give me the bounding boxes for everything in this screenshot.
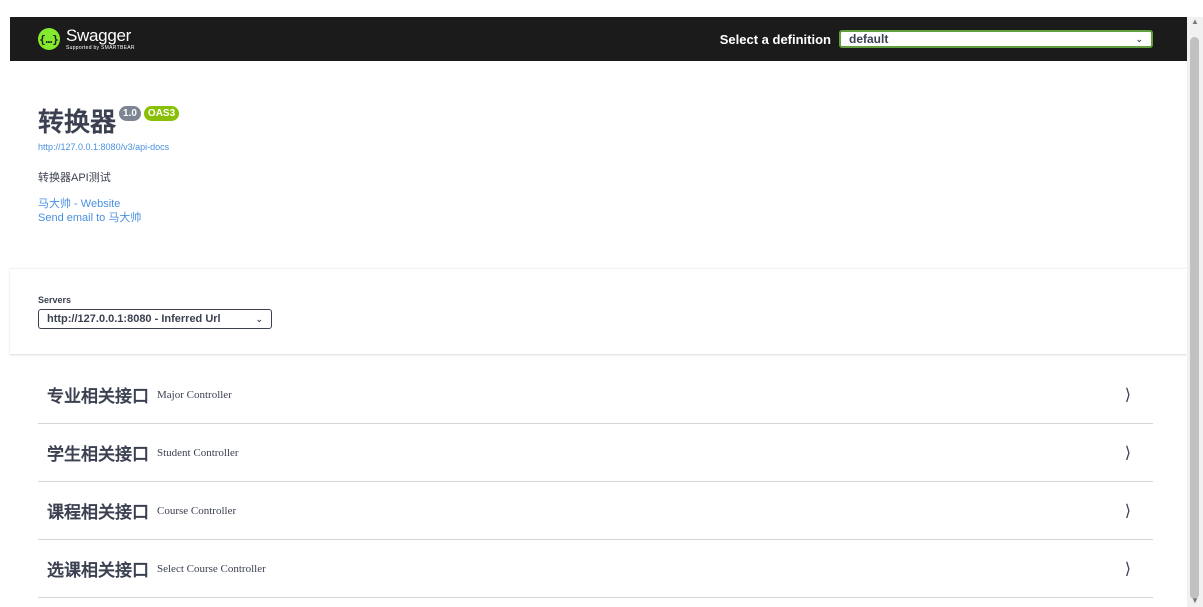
api-description: 转换器API测试 — [38, 172, 111, 184]
chevron-right-icon[interactable]: ⟩ — [1125, 501, 1131, 521]
tag-select-course[interactable]: 选课相关接口 Select Course Controller ⟩ — [38, 540, 1153, 598]
tag-name: 课程相关接口 — [47, 503, 149, 522]
tag-name: 选课相关接口 — [47, 561, 149, 580]
api-info: 转换器 1.0 OAS3 http://127.0.0.1:8080/v3/ap… — [38, 105, 180, 225]
oas-badge: OAS3 — [143, 106, 180, 121]
definition-select[interactable]: default ⌄ — [839, 30, 1153, 48]
swagger-logo[interactable]: {…} Swagger Supported by SMARTBEAR — [38, 27, 135, 51]
logo-text: Swagger Supported by SMARTBEAR — [66, 27, 135, 51]
title-row: 转换器 1.0 OAS3 — [38, 105, 180, 139]
chevron-right-icon[interactable]: ⟩ — [1125, 559, 1131, 579]
website-link[interactable]: 马大帅 - Website — [38, 197, 179, 211]
contact: 马大帅 - Website Send email to 马大帅 — [38, 197, 179, 225]
tag-list: 专业相关接口 Major Controller ⟩ 学生相关接口 Student… — [38, 366, 1153, 598]
servers-label: Servers — [38, 295, 72, 305]
scroll-up-icon[interactable]: ▲ — [1191, 17, 1199, 26]
chevron-down-icon: ⌄ — [255, 313, 263, 324]
chevron-down-icon: ⌄ — [1135, 33, 1143, 44]
page: {…} Swagger Supported by SMARTBEAR Selec… — [0, 0, 1187, 607]
definition-value: default — [849, 32, 889, 46]
definition-selector: Select a definition default ⌄ — [720, 30, 1153, 48]
tag-course[interactable]: 课程相关接口 Course Controller ⟩ — [38, 482, 1153, 540]
servers-value: http://127.0.0.1:8080 - Inferred Url — [47, 313, 221, 325]
logo-title: Swagger — [66, 26, 131, 45]
scroll-down-icon[interactable]: ▼ — [1191, 596, 1199, 605]
tag-description: Major Controller — [157, 388, 232, 401]
top-strip — [0, 0, 1187, 17]
tag-name: 专业相关接口 — [47, 387, 149, 406]
servers-section: Servers http://127.0.0.1:8080 - Inferred… — [10, 268, 1187, 354]
tag-student[interactable]: 学生相关接口 Student Controller ⟩ — [38, 424, 1153, 482]
scrollbar-thumb[interactable] — [1190, 37, 1199, 599]
servers-select[interactable]: http://127.0.0.1:8080 - Inferred Url ⌄ — [38, 309, 272, 329]
tag-major[interactable]: 专业相关接口 Major Controller ⟩ — [38, 366, 1153, 424]
email-link[interactable]: Send email to 马大帅 — [38, 211, 179, 225]
tag-description: Course Controller — [157, 504, 237, 517]
tag-description: Select Course Controller — [157, 562, 266, 575]
page-title: 转换器 — [38, 107, 117, 137]
version-badge: 1.0 — [119, 106, 141, 121]
tag-description: Student Controller — [157, 446, 239, 459]
logo-subtitle: Supported by SMARTBEAR — [66, 45, 135, 51]
chevron-right-icon[interactable]: ⟩ — [1125, 385, 1131, 405]
vertical-scrollbar[interactable]: ▲ ▼ — [1187, 17, 1203, 607]
definition-label: Select a definition — [719, 31, 831, 47]
top-bar: {…} Swagger Supported by SMARTBEAR Selec… — [10, 17, 1187, 61]
chevron-right-icon[interactable]: ⟩ — [1125, 443, 1131, 463]
tag-name: 学生相关接口 — [47, 445, 149, 464]
api-docs-link[interactable]: http://127.0.0.1:8080/v3/api-docs — [38, 142, 179, 152]
swagger-icon: {…} — [38, 28, 60, 50]
